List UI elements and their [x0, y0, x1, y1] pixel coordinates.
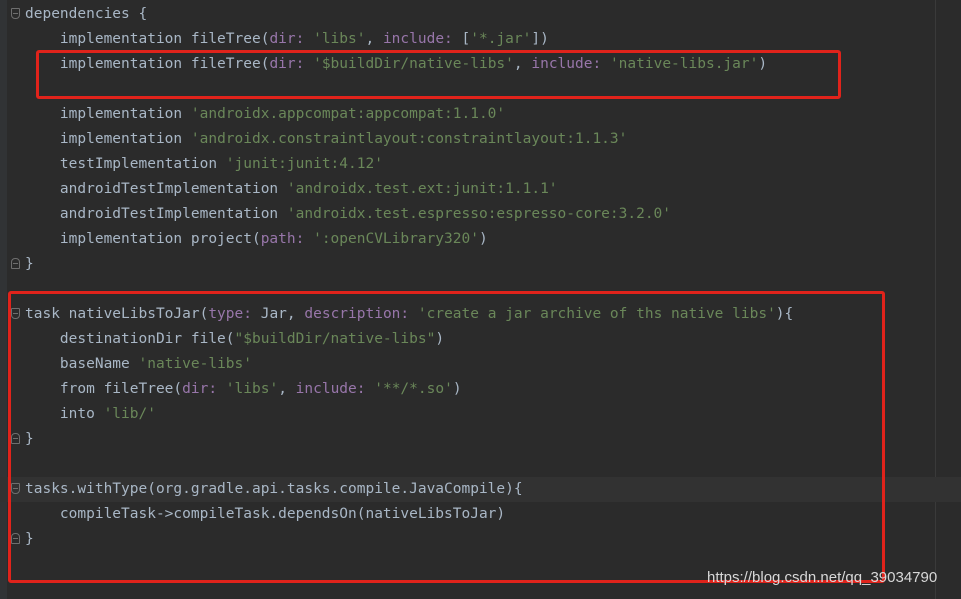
code-line[interactable]: androidTestImplementation 'androidx.test… [0, 202, 961, 227]
code-token: , [365, 31, 383, 47]
code-token: implementation [25, 131, 191, 147]
code-token: 'junit:junit:4.12' [225, 156, 383, 172]
code-text: androidTestImplementation 'androidx.test… [25, 177, 558, 202]
fold-end-icon[interactable] [11, 258, 20, 269]
code-token: dir: [269, 31, 314, 47]
code-line[interactable]: implementation 'androidx.appcompat:appco… [0, 102, 961, 127]
code-token: 'androidx.appcompat:appcompat:1.1.0' [190, 106, 506, 122]
code-token: [ [461, 31, 471, 47]
code-token: path: [260, 231, 314, 247]
code-line[interactable]: implementation project(path: ':openCVLib… [0, 227, 961, 252]
highlight-box-task-block [8, 291, 885, 583]
code-line[interactable]: implementation fileTree(dir: 'libs', inc… [0, 27, 961, 52]
code-token: include: [382, 31, 462, 47]
code-line[interactable]: androidTestImplementation 'androidx.test… [0, 177, 961, 202]
code-text: implementation 'androidx.appcompat:appco… [25, 102, 505, 127]
code-token: 'androidx.test.espresso:espresso-core:3.… [286, 206, 672, 222]
code-token: ) [478, 231, 488, 247]
code-token: 'androidx.constraintlayout:constraintlay… [190, 131, 628, 147]
fold-collapse-icon[interactable] [11, 8, 20, 19]
code-token: '*.jar' [470, 31, 532, 47]
highlight-box-filetree-line [36, 50, 841, 99]
code-token: dependencies [25, 6, 139, 22]
code-text: implementation fileTree(dir: 'libs', inc… [25, 27, 549, 52]
code-token: { [138, 6, 148, 22]
code-line[interactable]: testImplementation 'junit:junit:4.12' [0, 152, 961, 177]
code-text: implementation project(path: ':openCVLib… [25, 227, 488, 252]
code-line[interactable]: dependencies { [0, 2, 961, 27]
code-token: implementation fileTree( [25, 31, 270, 47]
code-text: } [25, 252, 34, 277]
code-text: implementation 'androidx.constraintlayou… [25, 127, 627, 152]
code-token: androidTestImplementation [25, 206, 287, 222]
code-token: implementation project( [25, 231, 261, 247]
code-text: dependencies { [25, 2, 147, 27]
code-text: testImplementation 'junit:junit:4.12' [25, 152, 383, 177]
code-text: androidTestImplementation 'androidx.test… [25, 202, 671, 227]
code-token: 'libs' [313, 31, 366, 47]
code-token: ':openCVLibrary320' [313, 231, 479, 247]
code-token: } [25, 256, 34, 272]
code-token: androidTestImplementation [25, 181, 287, 197]
watermark-url: https://blog.csdn.net/qq_39034790 [707, 569, 938, 586]
code-token: testImplementation [25, 156, 226, 172]
code-token: ]) [531, 31, 549, 47]
code-token: implementation [25, 106, 191, 122]
code-line[interactable]: } [0, 252, 961, 277]
code-editor[interactable]: dependencies { implementation fileTree(d… [0, 0, 961, 599]
code-token: 'androidx.test.ext:junit:1.1.1' [286, 181, 558, 197]
code-line[interactable]: implementation 'androidx.constraintlayou… [0, 127, 961, 152]
